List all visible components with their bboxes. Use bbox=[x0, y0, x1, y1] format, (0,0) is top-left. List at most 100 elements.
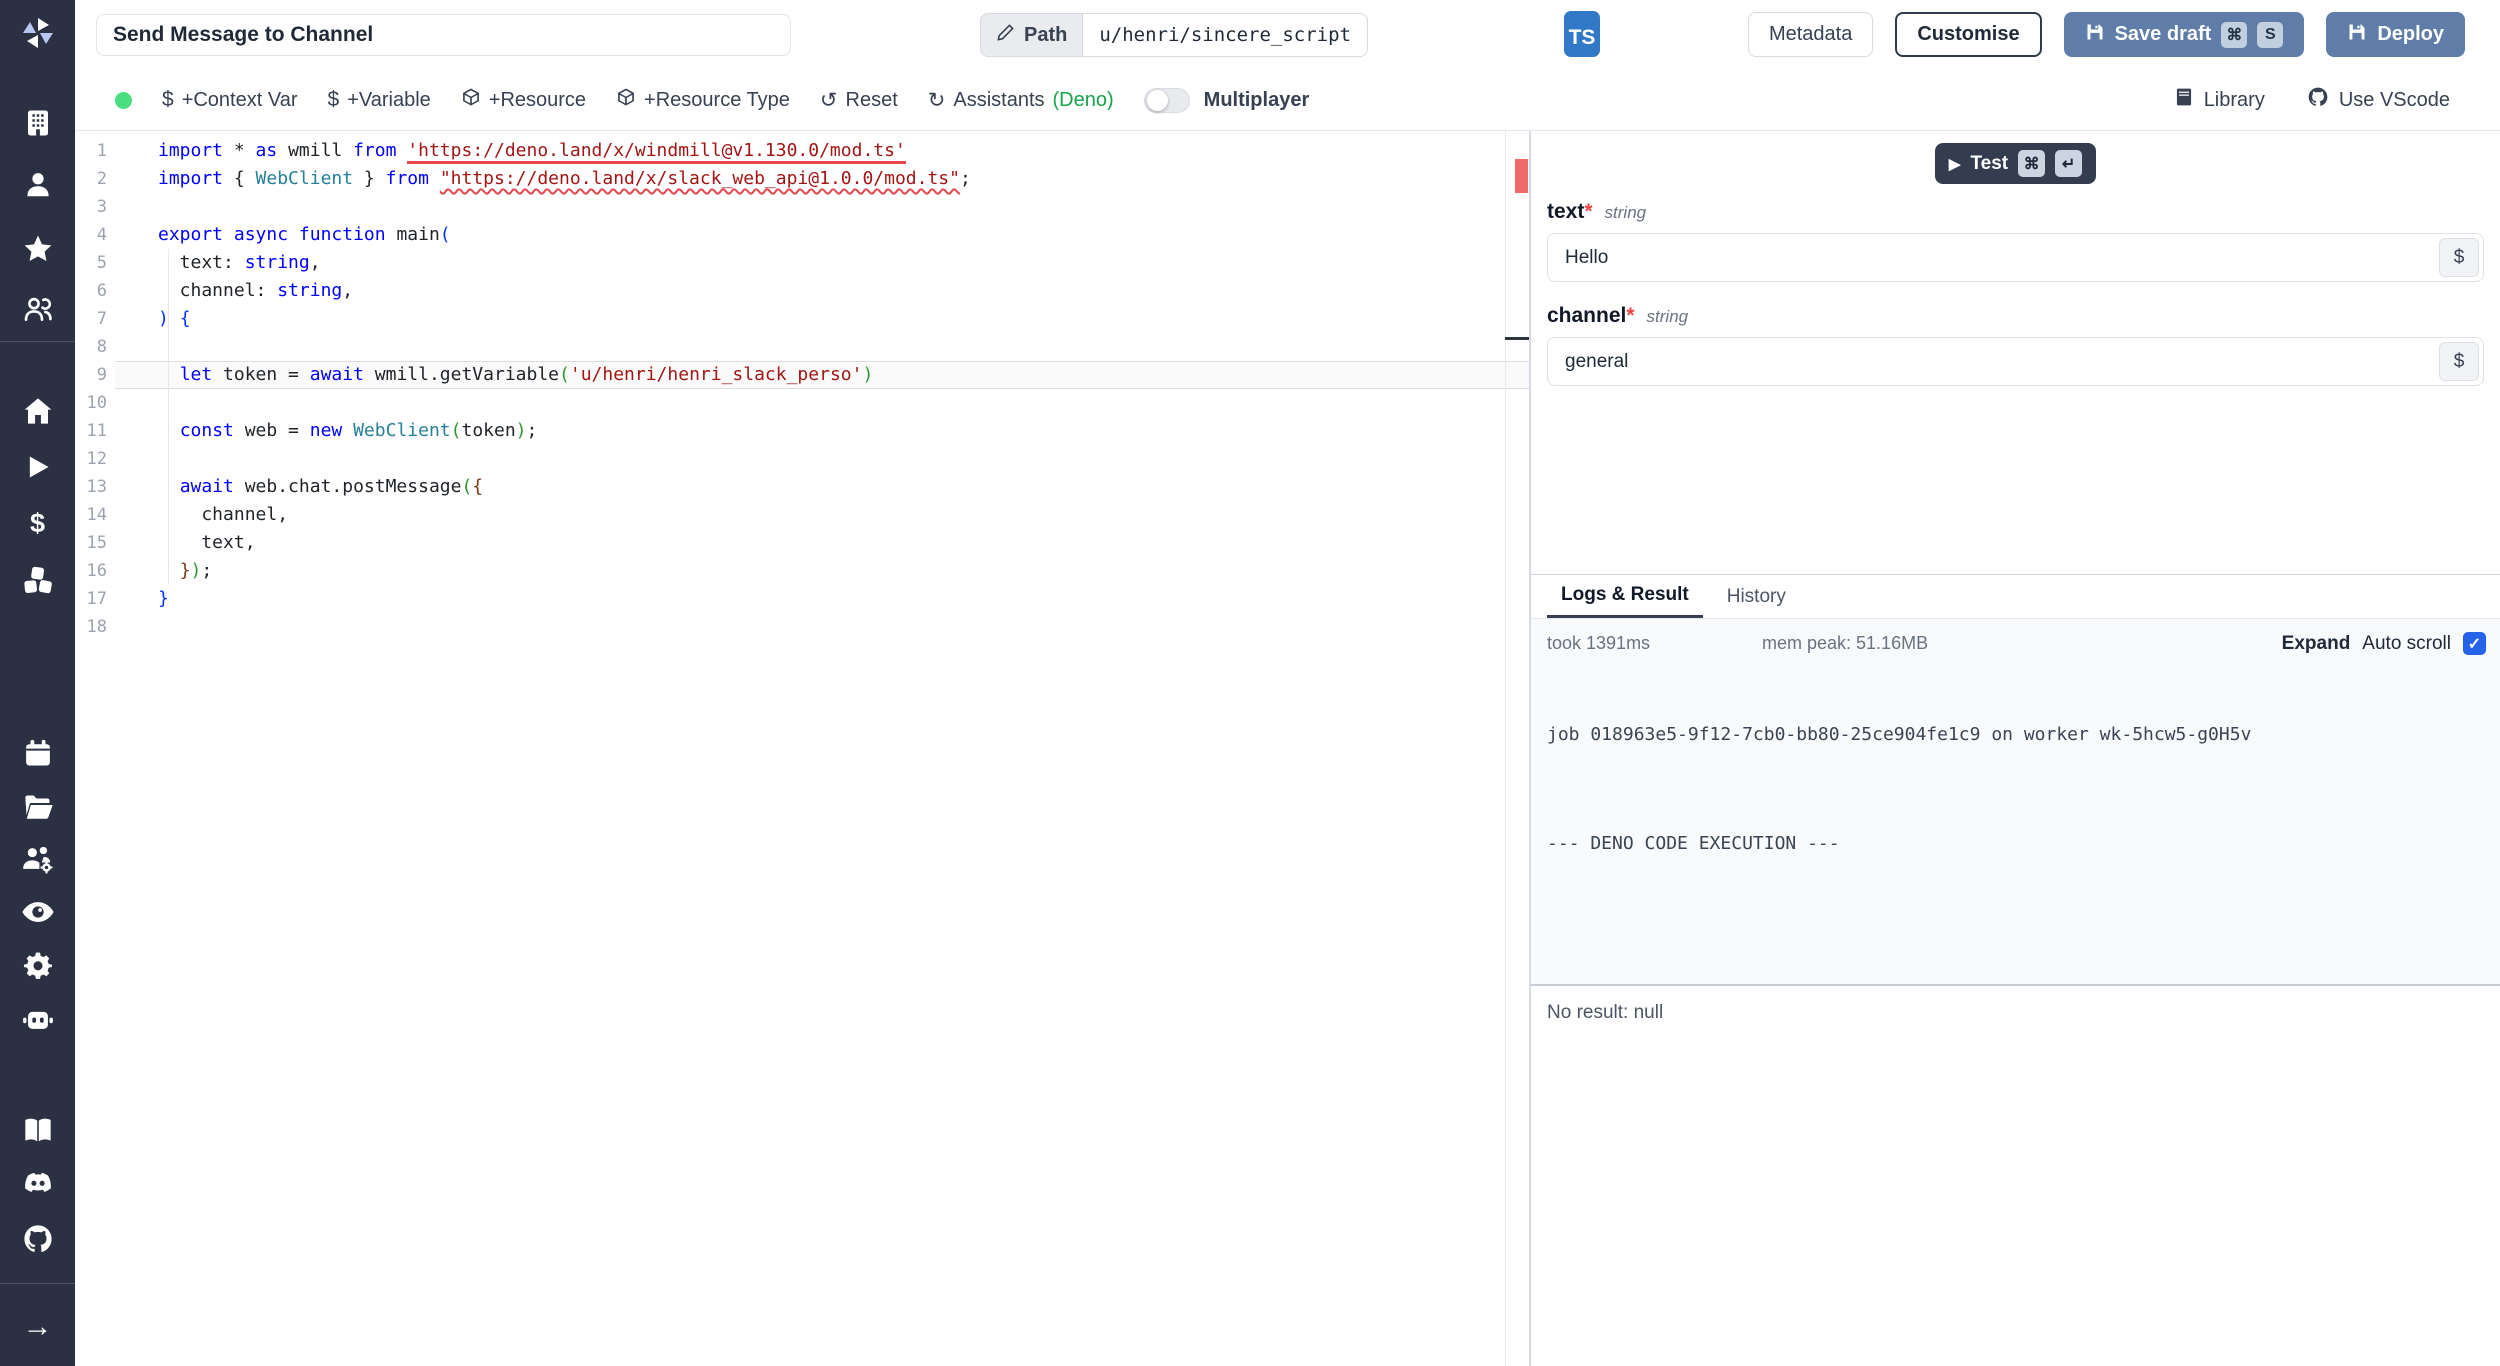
channel-arg-input[interactable] bbox=[1547, 337, 2484, 386]
ai-robot-icon[interactable] bbox=[0, 999, 75, 1039]
use-vscode-button[interactable]: Use VScode bbox=[2307, 86, 2450, 114]
expand-button[interactable]: Expand bbox=[2282, 633, 2351, 655]
log-line: job 018963e5-9f12-7cb0-bb80-25ce904fe1c9… bbox=[1547, 724, 2252, 745]
workspace-building-icon[interactable] bbox=[0, 103, 75, 143]
code-line[interactable]: 4 export async function main( bbox=[75, 221, 1529, 249]
code-line[interactable]: 5 text: string, bbox=[75, 249, 1529, 277]
code-line[interactable]: 8 bbox=[75, 333, 1529, 361]
metadata-button[interactable]: Metadata bbox=[1747, 12, 1874, 57]
code-line[interactable]: 17} bbox=[75, 585, 1529, 613]
library-button[interactable]: Library bbox=[2174, 87, 2265, 113]
discord-icon[interactable] bbox=[0, 1164, 75, 1204]
code-text: channel: string, bbox=[158, 280, 354, 301]
s-key-badge: S bbox=[2257, 21, 2284, 48]
line-number: 12 bbox=[86, 449, 107, 469]
result-output: No result: null bbox=[1547, 1002, 1664, 1023]
play-icon: ▶ bbox=[1948, 155, 1961, 173]
code-line[interactable]: 3 bbox=[75, 193, 1529, 221]
error-marker bbox=[1515, 159, 1528, 193]
add-resource-type-button[interactable]: +Resource Type bbox=[616, 87, 790, 113]
cursor-marker bbox=[1505, 337, 1529, 340]
code-line[interactable]: 13 await web.chat.postMessage({ bbox=[75, 473, 1529, 501]
save-draft-button[interactable]: Save draft ⌘ S bbox=[2063, 12, 2305, 57]
tab-history[interactable]: History bbox=[1713, 575, 1800, 618]
code-line[interactable]: 12 bbox=[75, 445, 1529, 473]
code-text: let token = await wmill.getVariable('u/h… bbox=[179, 364, 874, 385]
test-row: ▶ Test ⌘ ↵ bbox=[1531, 143, 2500, 184]
path-value[interactable]: u/henri/sincere_script bbox=[1082, 13, 1369, 57]
results-tabs: Logs & Result History bbox=[1531, 575, 2500, 619]
autoscroll-checkbox[interactable]: ✓ bbox=[2463, 632, 2486, 655]
resources-cubes-icon[interactable] bbox=[0, 560, 75, 600]
code-line[interactable]: 10 bbox=[75, 389, 1529, 417]
code-text: }); bbox=[179, 560, 213, 581]
code-text: await web.chat.postMessage({ bbox=[179, 476, 484, 497]
line-number: 14 bbox=[86, 505, 107, 525]
sidebar: $ → bbox=[0, 0, 75, 1366]
settings-gear-icon[interactable] bbox=[0, 945, 75, 985]
logs-box: took 1391ms mem peak: 51.16MB Expand Aut… bbox=[1531, 619, 2500, 986]
add-variable-button[interactable]: $ +Variable bbox=[328, 88, 431, 112]
insert-variable-button[interactable]: $ bbox=[2439, 238, 2479, 277]
deploy-button[interactable]: Deploy bbox=[2326, 12, 2465, 57]
save-icon bbox=[2085, 22, 2105, 48]
enter-key-badge: ↵ bbox=[2055, 150, 2083, 177]
script-title-input[interactable] bbox=[96, 14, 791, 56]
took-duration: took 1391ms bbox=[1547, 633, 1651, 653]
workers-users-gear-icon[interactable] bbox=[0, 839, 75, 879]
line-number: 3 bbox=[96, 197, 107, 217]
package-icon bbox=[461, 87, 481, 113]
multiplayer-toggle[interactable] bbox=[1143, 87, 1190, 113]
code-line[interactable]: 2 import { WebClient } from "https://deno… bbox=[75, 165, 1529, 193]
code-line[interactable]: 7) { bbox=[75, 305, 1529, 333]
code-line[interactable]: 14 channel, bbox=[75, 501, 1529, 529]
code-line[interactable]: 11 const web = new WebClient(token); bbox=[75, 417, 1529, 445]
line-number: 1 bbox=[96, 141, 107, 161]
text-arg-input[interactable] bbox=[1547, 233, 2484, 282]
add-context-var-button[interactable]: $ +Context Var bbox=[162, 88, 298, 112]
line-number: 18 bbox=[86, 617, 107, 637]
mem-peak: mem peak: 51.16MB bbox=[1762, 633, 1929, 653]
audit-eye-icon[interactable] bbox=[0, 892, 75, 932]
user-icon[interactable] bbox=[0, 165, 75, 205]
groups-users-icon[interactable] bbox=[0, 289, 75, 329]
code-text: export async function main( bbox=[158, 224, 451, 245]
schedules-calendar-icon[interactable] bbox=[0, 733, 75, 773]
folders-icon[interactable] bbox=[0, 787, 75, 827]
edit-path-button[interactable]: Path bbox=[980, 13, 1083, 57]
code-text: import * as wmill from 'https://deno.lan… bbox=[107, 137, 906, 165]
test-button[interactable]: ▶ Test ⌘ ↵ bbox=[1934, 143, 2097, 184]
assistants-button[interactable]: ↻ Assistants (Deno) bbox=[928, 88, 1114, 113]
code-line[interactable]: 15 text, bbox=[75, 529, 1529, 557]
code-editor[interactable]: 1 import * as wmill from 'https://deno.la… bbox=[75, 131, 1529, 1366]
pencil-icon bbox=[996, 23, 1015, 48]
github-icon[interactable] bbox=[0, 1219, 75, 1259]
line-number: 11 bbox=[86, 421, 107, 441]
windmill-logo-icon[interactable] bbox=[0, 13, 75, 53]
autoscroll-label: Auto scroll bbox=[2362, 632, 2451, 654]
toolbar-right: Library Use VScode bbox=[2174, 86, 2500, 114]
collapse-arrow-right-icon[interactable]: → bbox=[0, 1307, 75, 1347]
favorites-star-icon[interactable] bbox=[0, 229, 75, 269]
code-line[interactable]: 6 channel: string, bbox=[75, 277, 1529, 305]
code-line[interactable]: 16 }); bbox=[75, 557, 1529, 585]
required-asterisk: * bbox=[1626, 304, 1635, 327]
field-label-text: text* string bbox=[1547, 200, 1647, 223]
line-number: 9 bbox=[96, 365, 107, 385]
code-text: } bbox=[158, 588, 169, 609]
customise-button[interactable]: Customise bbox=[1895, 12, 2042, 57]
docs-book-icon[interactable] bbox=[0, 1110, 75, 1150]
reset-button[interactable]: ↺ Reset bbox=[820, 88, 898, 113]
code-line[interactable]: 9 let token = await wmill.getVariable('u… bbox=[75, 361, 1529, 389]
line-number: 10 bbox=[86, 393, 107, 413]
home-icon[interactable] bbox=[0, 391, 75, 431]
cmd-key-badge: ⌘ bbox=[2018, 150, 2046, 177]
preview-panel: ▶ Test ⌘ ↵ text* string $ channel* strin… bbox=[1531, 131, 2500, 1366]
runs-play-icon[interactable] bbox=[0, 447, 75, 487]
tab-logs-result[interactable]: Logs & Result bbox=[1547, 575, 1703, 618]
insert-variable-button[interactable]: $ bbox=[2439, 342, 2479, 381]
variables-dollar-icon[interactable]: $ bbox=[0, 503, 75, 543]
add-resource-button[interactable]: +Resource bbox=[461, 87, 586, 113]
code-line[interactable]: 18 bbox=[75, 613, 1529, 641]
code-line[interactable]: 1 import * as wmill from 'https://deno.la… bbox=[75, 137, 1529, 165]
